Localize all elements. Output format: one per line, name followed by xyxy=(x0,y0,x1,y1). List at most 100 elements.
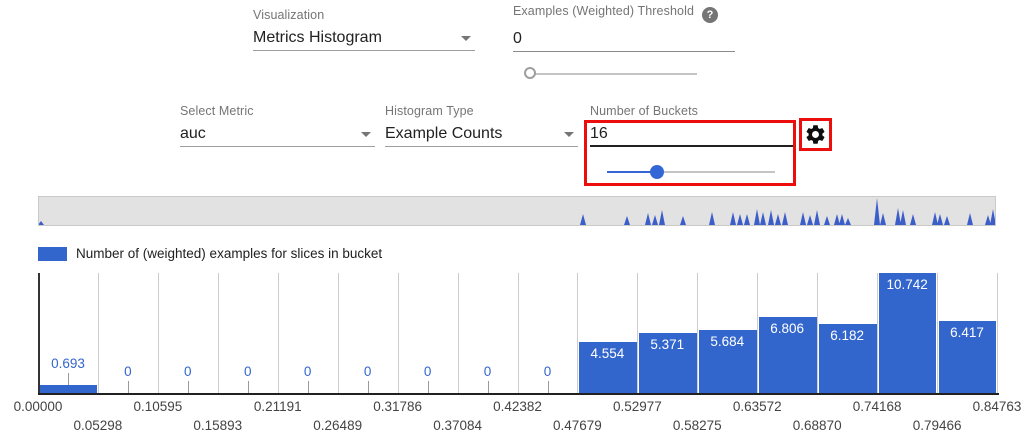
threshold-slider-track[interactable] xyxy=(531,73,697,75)
bar-value-label: 5.371 xyxy=(637,337,697,352)
threshold-slider-thumb[interactable] xyxy=(524,67,536,79)
bar-value-label: 10.742 xyxy=(877,277,937,292)
chart-legend: Number of (weighted) examples for slices… xyxy=(38,246,382,261)
num-buckets-label: Number of Buckets xyxy=(590,104,790,118)
axis-tick-label: 0.05298 xyxy=(56,418,140,432)
density-spike xyxy=(800,212,806,225)
annotation-stem xyxy=(128,381,129,393)
metrics-histogram-view: Visualization Metrics Histogram Examples… xyxy=(0,0,1024,432)
axis-tick-label: 0.00000 xyxy=(0,399,80,414)
density-spike xyxy=(624,216,630,225)
density-spike xyxy=(39,221,44,225)
axis-tick-label: 0.15893 xyxy=(176,418,260,432)
chevron-down-icon xyxy=(564,132,574,137)
histogram-type-value[interactable]: Example Counts xyxy=(385,123,578,147)
axis-tick-label: 0.21191 xyxy=(236,399,320,414)
density-spike xyxy=(782,212,788,225)
select-metric-value[interactable]: auc xyxy=(180,123,375,147)
axis-tick-label: 0.52977 xyxy=(595,399,679,414)
bar-value-label: 0 xyxy=(458,364,518,379)
axis-tick-label: 0.42382 xyxy=(476,399,560,414)
gear-icon xyxy=(804,123,827,146)
axis-tick-label: 0.79466 xyxy=(895,418,979,432)
density-spike xyxy=(900,210,906,225)
bar-value-label: 6.417 xyxy=(937,325,997,340)
annotation-stem xyxy=(68,373,69,385)
axis-tick-label: 0.26489 xyxy=(296,418,380,432)
help-icon[interactable]: ? xyxy=(702,7,718,23)
annotation-stem xyxy=(188,381,189,393)
select-metric-select[interactable]: Select Metric auc xyxy=(180,104,375,147)
bar-value-label: 0 xyxy=(338,364,398,379)
legend-color-swatch xyxy=(38,247,67,261)
density-spike xyxy=(895,208,901,225)
num-buckets-highlight-box xyxy=(584,120,796,186)
density-spike xyxy=(874,198,880,225)
annotation-stem xyxy=(248,381,249,393)
bar-value-label: 6.806 xyxy=(757,321,817,336)
density-spike xyxy=(824,216,830,225)
density-spike xyxy=(932,212,938,225)
density-spike xyxy=(775,214,781,225)
axis-tick-label: 0.63572 xyxy=(715,399,799,414)
bar-value-label: 0 xyxy=(278,364,338,379)
threshold-label: Examples (Weighted) Threshold xyxy=(513,4,694,18)
bar-value-label: 0.693 xyxy=(38,356,98,371)
annotation-stem xyxy=(368,381,369,393)
density-spike xyxy=(709,212,715,225)
annotation-stem xyxy=(308,381,309,393)
density-spike xyxy=(737,214,743,225)
density-spike xyxy=(834,214,840,225)
slices-overview-strip[interactable] xyxy=(38,196,996,226)
density-spike xyxy=(839,214,845,225)
axis-tick-label: 0.58275 xyxy=(655,418,739,432)
gridline xyxy=(997,273,998,393)
bar-value-label: 4.554 xyxy=(577,346,637,361)
density-spike xyxy=(910,214,916,225)
bar-value-label: 0 xyxy=(98,364,158,379)
density-spike xyxy=(845,218,851,225)
histogram-bar[interactable] xyxy=(40,385,98,393)
bar-value-label: 6.182 xyxy=(817,328,877,343)
bar-value-label: 0 xyxy=(518,364,578,379)
axis-tick-label: 0.37084 xyxy=(416,418,500,432)
legend-label: Number of (weighted) examples for slices… xyxy=(76,246,382,261)
density-spike xyxy=(652,215,658,225)
density-spike xyxy=(944,216,950,225)
density-spike xyxy=(937,214,943,225)
density-spike xyxy=(880,213,886,225)
axis-tick-label: 0.10595 xyxy=(116,399,200,414)
visualization-label: Visualization xyxy=(253,8,475,22)
visualization-value[interactable]: Metrics Histogram xyxy=(253,27,475,51)
threshold-value-text: 0 xyxy=(513,30,522,47)
annotation-stem xyxy=(428,381,429,393)
density-spike xyxy=(760,212,766,225)
x-axis xyxy=(38,393,999,395)
density-spike xyxy=(580,214,586,225)
axis-tick-label: 0.84763 xyxy=(955,399,1024,414)
density-spike xyxy=(730,212,736,225)
annotation-stem xyxy=(488,381,489,393)
histogram-type-selected-text: Example Counts xyxy=(385,125,502,142)
visualization-select[interactable]: Visualization Metrics Histogram xyxy=(253,8,475,51)
density-spike xyxy=(645,213,651,225)
settings-button[interactable] xyxy=(799,118,832,151)
bar-value-label: 0 xyxy=(158,364,218,379)
density-spike xyxy=(814,210,820,225)
examples-threshold-field: Examples (Weighted) Threshold? 0 xyxy=(513,4,735,52)
bar-value-label: 5.684 xyxy=(697,334,757,349)
axis-tick-label: 0.68870 xyxy=(775,418,859,432)
histogram-type-select[interactable]: Histogram Type Example Counts xyxy=(385,104,578,147)
chevron-down-icon xyxy=(361,132,371,137)
axis-tick-label: 0.74168 xyxy=(835,399,919,414)
chevron-down-icon xyxy=(461,36,471,41)
density-spike xyxy=(744,214,750,225)
density-spike xyxy=(659,210,665,225)
y-axis xyxy=(38,273,40,393)
threshold-input[interactable]: 0 xyxy=(513,28,735,52)
density-spike xyxy=(990,209,995,225)
density-spike xyxy=(768,210,774,225)
axis-tick-label: 0.47679 xyxy=(535,418,619,432)
histogram-type-label: Histogram Type xyxy=(385,104,578,118)
select-metric-selected-text: auc xyxy=(180,125,206,142)
